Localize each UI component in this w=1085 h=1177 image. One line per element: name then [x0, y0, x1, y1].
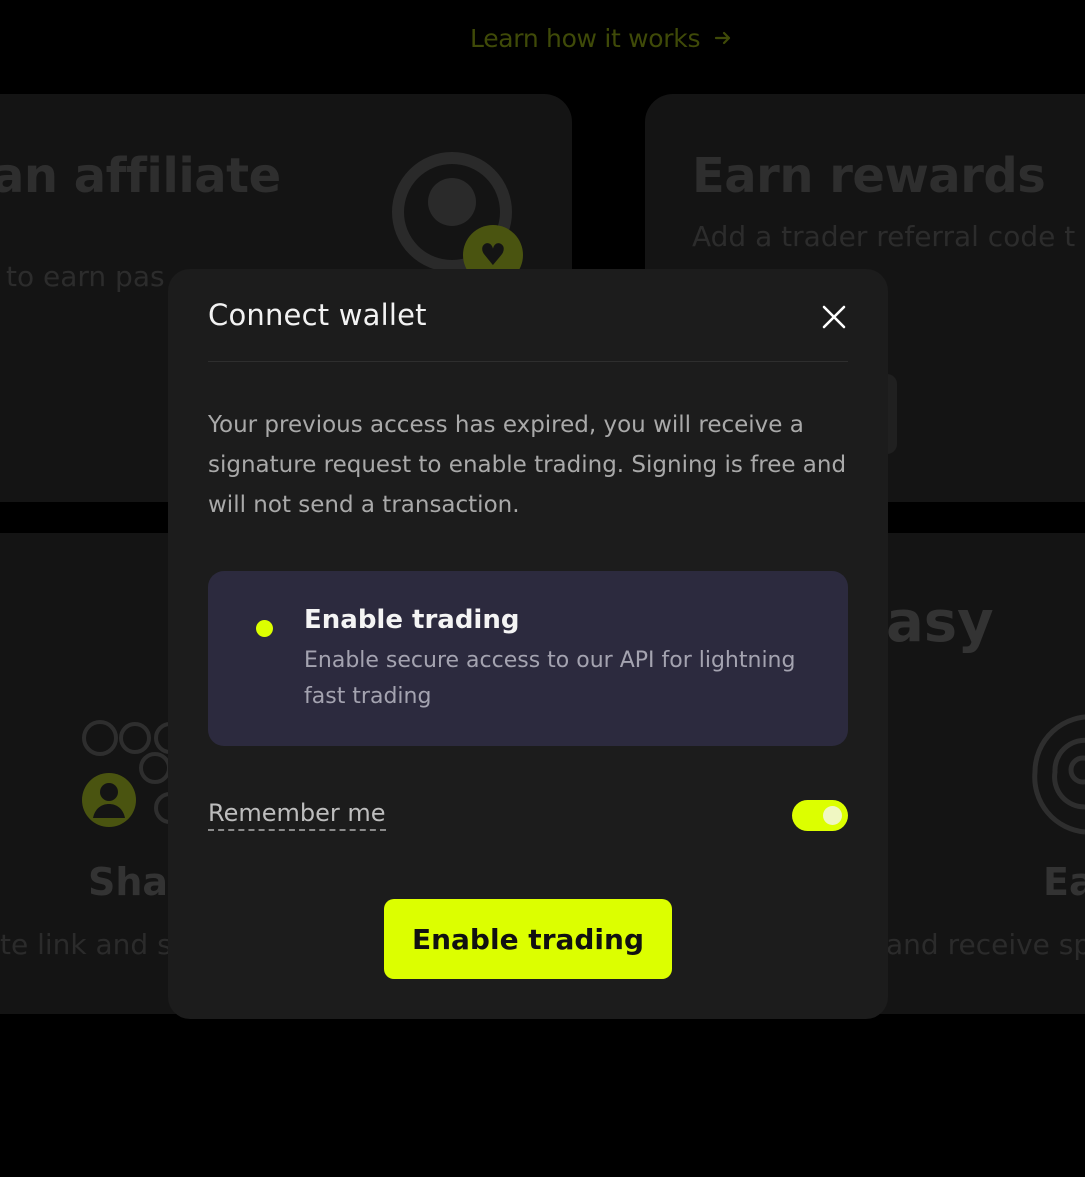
remember-me-toggle[interactable] — [792, 800, 848, 831]
option-title: Enable trading — [304, 605, 520, 635]
modal-description: Your previous access has expired, you wi… — [208, 412, 847, 518]
enable-trading-option: Enable trading Enable secure access to o… — [208, 571, 848, 746]
rewards-title: Earn rewards — [692, 148, 1046, 204]
learn-how-it-works-link: Learn how it works — [470, 24, 732, 53]
affiliate-subtitle: to earn pas — [6, 260, 165, 293]
rewards-subtitle: Add a trader referral code t — [692, 220, 1076, 253]
arrow-right-icon — [714, 24, 732, 53]
right-subtitle: and receive spe — [886, 928, 1085, 961]
modal-header: Connect wallet — [208, 269, 848, 362]
remember-me-label[interactable]: Remember me — [208, 799, 386, 831]
swirl-icon — [1032, 714, 1085, 835]
toggle-knob — [823, 806, 842, 825]
affiliate-avatar-head — [428, 178, 476, 226]
status-dot-icon — [256, 620, 273, 637]
learn-link-label: Learn how it works — [470, 24, 701, 53]
modal-title: Connect wallet — [208, 298, 427, 332]
close-button[interactable] — [816, 299, 852, 335]
option-subtitle: Enable secure access to our API for ligh… — [304, 648, 796, 709]
close-icon — [822, 305, 846, 329]
connect-wallet-modal: Connect wallet Your previous access has … — [168, 269, 888, 1019]
easy-title: asy — [886, 590, 994, 655]
ea-title: Ea — [1043, 860, 1085, 904]
enable-trading-button[interactable]: Enable trading — [384, 899, 672, 979]
affiliate-title: an affiliate — [0, 148, 281, 204]
